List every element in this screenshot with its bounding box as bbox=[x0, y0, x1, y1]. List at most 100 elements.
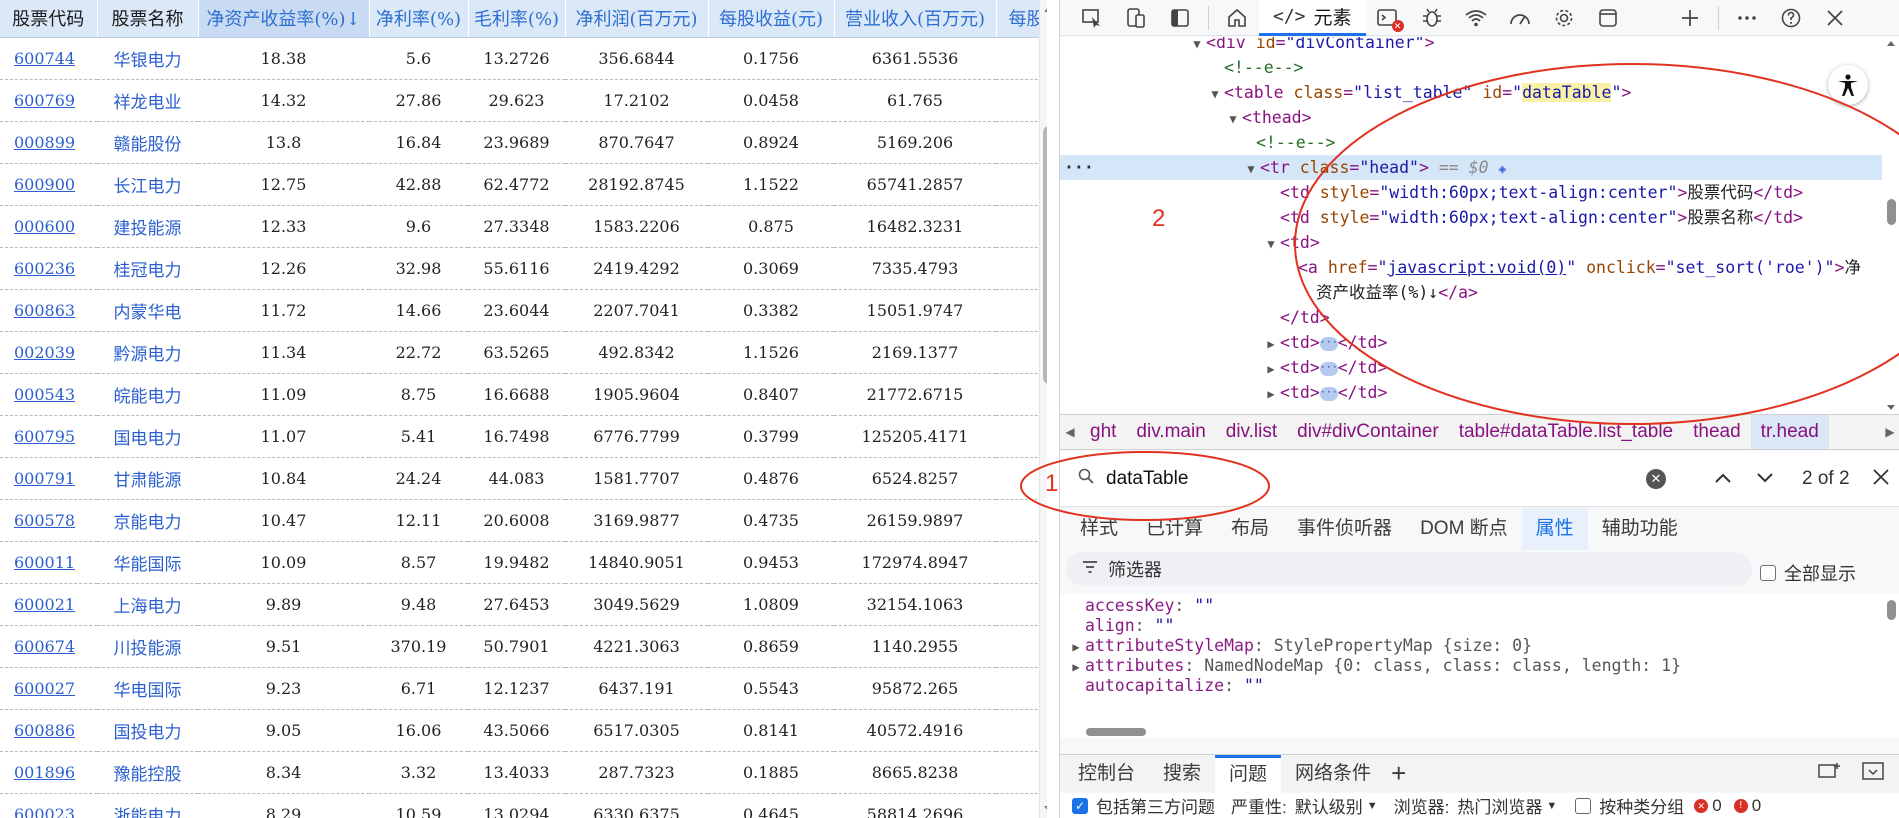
stock-name-link[interactable]: 黔源电力 bbox=[114, 345, 182, 365]
breadcrumb-item[interactable]: div.main bbox=[1126, 415, 1215, 449]
dom-line-td-code[interactable]: <td style="width:60px;text-align:center"… bbox=[1280, 180, 1882, 205]
dom-line-comment[interactable]: <!--e--> bbox=[1224, 55, 1882, 80]
browser-dropdown[interactable]: 热门浏览器 bbox=[1457, 793, 1542, 818]
dom-line-td-collapsed[interactable]: ▶ <td>···</td> bbox=[1262, 380, 1882, 405]
help-question-icon[interactable] bbox=[1769, 0, 1813, 36]
sort-link[interactable]: 净利润(百万元) bbox=[575, 9, 697, 30]
severity-dropdown[interactable]: 默认级别 bbox=[1295, 793, 1363, 818]
collapsed-ellipsis-icon[interactable]: ··· bbox=[1319, 336, 1338, 351]
column-header[interactable]: 净资产收益率(%)↓ bbox=[198, 0, 370, 38]
stock-name-link[interactable]: 甘肃能源 bbox=[114, 471, 182, 491]
dom-line-thead[interactable]: ▼ <thead> bbox=[1224, 105, 1882, 130]
javascript-link[interactable]: javascript:void(0) bbox=[1387, 258, 1566, 277]
stock-name-link[interactable]: 华银电力 bbox=[114, 51, 182, 71]
search-input[interactable]: dataTable bbox=[1106, 468, 1646, 490]
stock-name-link[interactable]: 浙能电力 bbox=[114, 807, 182, 818]
collapse-triangle-icon[interactable]: ▶ bbox=[1262, 332, 1280, 357]
breadcrumb-right-arrow-icon[interactable]: ▶ bbox=[1880, 425, 1899, 439]
breadcrumb-item[interactable]: div#divContainer bbox=[1287, 415, 1449, 449]
stock-code-link[interactable]: 002039 bbox=[14, 343, 75, 362]
tab-issues[interactable]: 问题 bbox=[1215, 754, 1282, 793]
add-drawer-tab-plus-icon[interactable]: + bbox=[1391, 758, 1406, 789]
breadcrumb-left-arrow-icon[interactable]: ◀ bbox=[1060, 425, 1080, 439]
scroll-thumb[interactable] bbox=[1086, 728, 1146, 736]
welcome-home-icon[interactable] bbox=[1215, 0, 1259, 36]
scroll-up-arrow-icon[interactable] bbox=[1887, 41, 1895, 46]
tab-styles[interactable]: 样式 bbox=[1066, 508, 1132, 550]
dom-line-td-name[interactable]: <td style="width:60px;text-align:center"… bbox=[1280, 205, 1882, 230]
stock-code-link[interactable]: 000600 bbox=[14, 217, 75, 236]
sort-link[interactable]: 净资产收益率(%)↓ bbox=[206, 9, 360, 30]
settings-gear-icon[interactable] bbox=[1542, 0, 1586, 36]
scroll-thumb[interactable] bbox=[1887, 600, 1896, 620]
accessibility-person-icon[interactable] bbox=[1828, 65, 1868, 105]
stock-code-link[interactable]: 000791 bbox=[14, 469, 75, 488]
stock-name-link[interactable]: 国投电力 bbox=[114, 723, 182, 743]
stock-name-link[interactable]: 川投能源 bbox=[114, 639, 182, 659]
sort-link[interactable]: 净利率(%) bbox=[376, 9, 461, 30]
collapsed-ellipsis-icon[interactable]: ··· bbox=[1319, 386, 1338, 401]
stock-name-link[interactable]: 华能国际 bbox=[114, 555, 182, 575]
expand-triangle-icon[interactable]: ▼ bbox=[1188, 37, 1206, 57]
tab-search[interactable]: 搜索 bbox=[1149, 755, 1215, 793]
dom-line-td-roe[interactable]: ▼ <td> bbox=[1262, 230, 1882, 255]
stock-code-link[interactable]: 600744 bbox=[14, 49, 75, 68]
previous-match-chevron-up-icon[interactable] bbox=[1702, 468, 1744, 489]
page-scrollbar[interactable] bbox=[1039, 0, 1047, 818]
properties-horizontal-scrollbar[interactable] bbox=[1080, 726, 1880, 738]
collapse-triangle-icon[interactable]: ▶ bbox=[1262, 357, 1280, 382]
performance-gauge-icon[interactable] bbox=[1498, 0, 1542, 36]
breadcrumb-item[interactable]: div.list bbox=[1216, 415, 1287, 449]
more-tools-plus-icon[interactable] bbox=[1668, 0, 1712, 36]
dom-line-sort-link[interactable]: <a href="javascript:void(0)" onclick="se… bbox=[1298, 255, 1882, 280]
stock-code-link[interactable]: 600021 bbox=[14, 595, 75, 614]
property-row[interactable]: autocapitalize: "" bbox=[1085, 674, 1264, 698]
clear-search-icon[interactable]: ✕ bbox=[1646, 468, 1666, 489]
dom-line-td-close[interactable]: </td> bbox=[1280, 305, 1882, 330]
tab-console[interactable]: 控制台 bbox=[1064, 755, 1149, 793]
stock-code-link[interactable]: 600900 bbox=[14, 175, 75, 194]
expand-triangle-icon[interactable]: ▼ bbox=[1224, 107, 1242, 132]
breadcrumb-item[interactable]: table#dataTable.list_table bbox=[1449, 415, 1683, 449]
scroll-thumb[interactable] bbox=[1887, 199, 1896, 225]
tab-dom-breakpoints[interactable]: DOM 断点 bbox=[1406, 508, 1522, 550]
sources-bug-icon[interactable] bbox=[1410, 0, 1454, 36]
stock-code-link[interactable]: 600863 bbox=[14, 301, 75, 320]
application-panel-icon[interactable] bbox=[1586, 0, 1630, 36]
stock-code-link[interactable]: 600795 bbox=[14, 427, 75, 446]
breadcrumb-item[interactable]: thead bbox=[1683, 415, 1751, 449]
expand-triangle-icon[interactable]: ▼ bbox=[1242, 157, 1260, 182]
dom-line-table[interactable]: ▼ <table class="list_table" id="dataTable… bbox=[1206, 80, 1882, 105]
collapsed-ellipsis-icon[interactable]: ··· bbox=[1319, 361, 1338, 376]
scroll-down-arrow-icon[interactable] bbox=[1887, 405, 1895, 410]
stock-name-link[interactable]: 上海电力 bbox=[114, 597, 182, 617]
dom-line-tr-head-selected[interactable]: ··· ▼ <tr class="head"> == $0 ◈ bbox=[1060, 155, 1882, 180]
stock-name-link[interactable]: 华电国际 bbox=[114, 681, 182, 701]
chevron-down-icon[interactable]: ▼ bbox=[1546, 800, 1557, 812]
close-drawer-icon[interactable] bbox=[1862, 762, 1884, 785]
tab-elements[interactable]: </> 元素 bbox=[1259, 0, 1366, 36]
stock-name-link[interactable]: 京能电力 bbox=[114, 513, 182, 533]
stock-code-link[interactable]: 600578 bbox=[14, 511, 75, 530]
network-wifi-icon[interactable] bbox=[1454, 0, 1498, 36]
properties-scrollbar[interactable] bbox=[1882, 594, 1899, 726]
dom-line-td-collapsed[interactable]: ▶ <td>···</td> bbox=[1262, 330, 1882, 355]
scroll-down-arrow-icon[interactable] bbox=[1044, 806, 1047, 812]
show-all-checkbox[interactable]: 全部显示 bbox=[1760, 560, 1856, 586]
dom-line-sort-link-cont[interactable]: 资产收益率(%)↓</a> bbox=[1316, 280, 1882, 305]
chevron-down-icon[interactable]: ▼ bbox=[1367, 800, 1378, 812]
close-search-icon[interactable] bbox=[1872, 465, 1890, 493]
expand-triangle-icon[interactable]: ▼ bbox=[1262, 232, 1280, 257]
checkbox-unchecked-icon[interactable] bbox=[1575, 797, 1592, 814]
node-actions-ellipsis-icon[interactable]: ··· bbox=[1064, 155, 1094, 180]
dock-drawer-icon[interactable] bbox=[1818, 762, 1840, 785]
stock-name-link[interactable]: 内蒙华电 bbox=[114, 303, 182, 323]
stock-name-link[interactable]: 国电电力 bbox=[114, 429, 182, 449]
close-devtools-icon[interactable] bbox=[1813, 0, 1857, 36]
dom-line-divcontainer[interactable]: ▼ <div id="divContainer"> bbox=[1188, 37, 1882, 55]
sort-link[interactable]: 每股收益(元) bbox=[719, 9, 823, 30]
tab-properties[interactable]: 属性 bbox=[1521, 508, 1588, 550]
tab-accessibility[interactable]: 辅助功能 bbox=[1588, 508, 1692, 550]
expand-triangle-icon[interactable]: ▼ bbox=[1206, 82, 1224, 107]
scroll-up-arrow-icon[interactable] bbox=[1044, 6, 1047, 12]
